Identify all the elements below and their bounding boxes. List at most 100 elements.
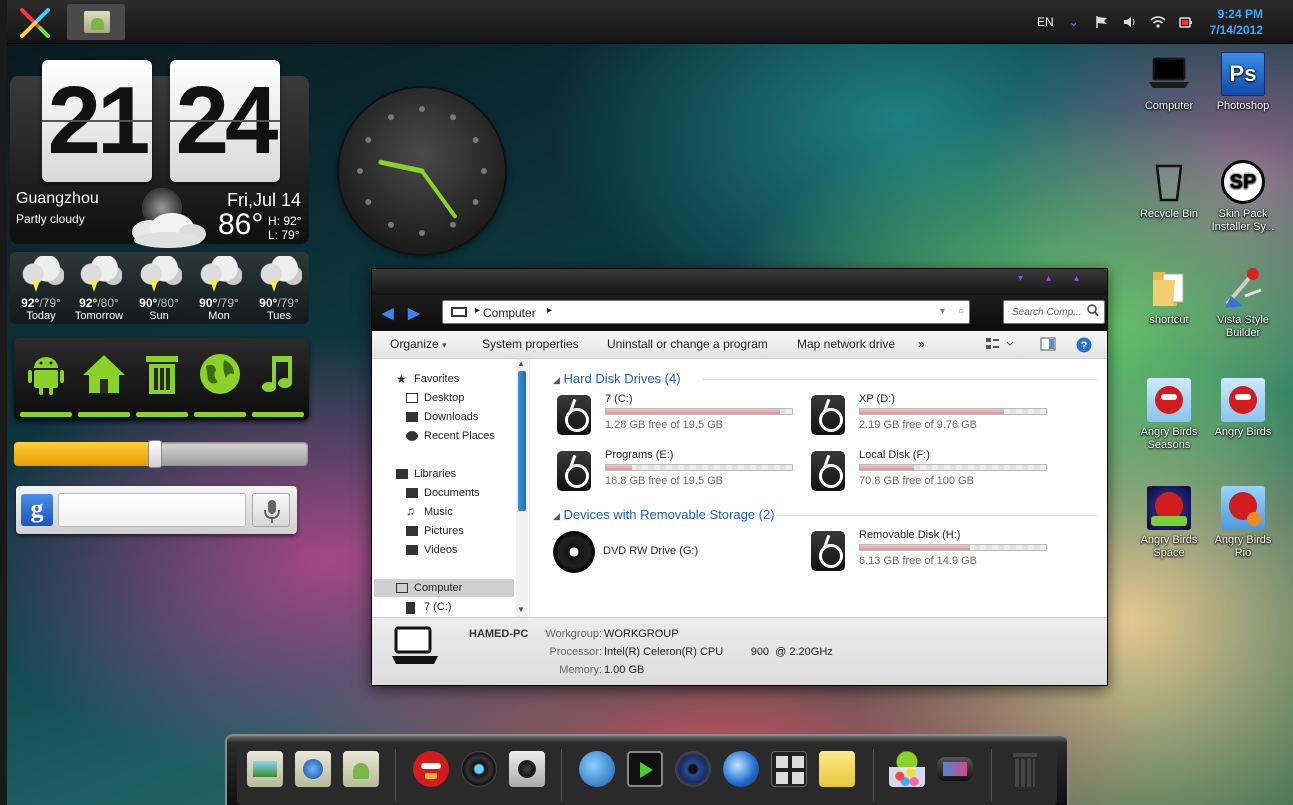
system-properties-button[interactable]: System properties	[482, 337, 579, 351]
minimize-button[interactable]: ▾	[1018, 274, 1028, 284]
desktop-icon-shortcut[interactable]: shortcut	[1132, 266, 1206, 327]
window-titlebar[interactable]: ▾ ▴ ▴	[372, 269, 1107, 295]
group-hard-disk-drives[interactable]: ◢ Hard Disk Drives (4)	[553, 371, 681, 386]
scroll-up-icon[interactable]: ▲	[517, 359, 525, 368]
breadcrumb-separator-icon[interactable]: ▸	[547, 305, 552, 316]
volume-slider[interactable]	[14, 440, 308, 468]
browser-orb-icon[interactable]	[723, 751, 759, 787]
analog-clock-widget[interactable]	[339, 88, 505, 254]
system-clock[interactable]: 9:24 PM 7/14/2012	[1210, 6, 1263, 38]
flag-icon[interactable]	[1094, 15, 1110, 29]
maximize-button[interactable]: ▴	[1046, 274, 1056, 284]
google-logo-icon[interactable]: g	[21, 494, 53, 526]
folder-globe-icon[interactable]	[295, 751, 331, 787]
start-logo-icon[interactable]	[18, 6, 52, 40]
photo-camera-icon[interactable]	[509, 751, 545, 787]
language-indicator[interactable]: EN	[1037, 15, 1054, 29]
desktop-icon-angry-birds[interactable]: Angry Birds	[1206, 378, 1280, 439]
folder-android-icon[interactable]	[343, 751, 379, 787]
search-input[interactable]: Search Comp...	[1003, 300, 1105, 324]
sticky-notes-icon[interactable]	[819, 751, 855, 787]
nav-videos-label: Videos	[424, 544, 458, 556]
close-button[interactable]: ▴	[1074, 274, 1084, 284]
globe-icon[interactable]	[579, 751, 615, 787]
nav-desktop[interactable]: Desktop	[406, 392, 464, 404]
jelly-bean-android-icon[interactable]	[889, 751, 925, 787]
map-network-drive-button[interactable]: Map network drive	[797, 337, 895, 351]
group-removable-storage[interactable]: ◢ Devices with Removable Storage (2)	[553, 507, 775, 522]
angry-birds-icon[interactable]	[413, 751, 449, 787]
help-icon[interactable]: ?	[1076, 337, 1092, 353]
nav-videos[interactable]: Videos	[406, 544, 458, 556]
trash-icon	[146, 356, 178, 394]
nav-favorites[interactable]: ★ Favorites	[396, 372, 459, 386]
speaker-icon[interactable]	[675, 751, 711, 787]
slider-knob[interactable]	[148, 440, 163, 468]
taskbar-folder-button[interactable]	[67, 4, 125, 40]
nav-downloads[interactable]: Downloads	[406, 411, 478, 423]
desktop-icon-skin-pack[interactable]: SP Skin Pack Installer Sy...	[1206, 160, 1280, 234]
desktop-icon-photoshop[interactable]: Ps Photoshop	[1206, 52, 1280, 113]
nav-music[interactable]: ♫ Music	[406, 504, 453, 518]
preview-pane-icon[interactable]	[1040, 337, 1056, 351]
drive-usage-bar	[859, 408, 1047, 415]
desktop-icon-recycle-bin[interactable]: Recycle Bin	[1132, 160, 1206, 221]
camera-lens-icon[interactable]	[461, 751, 497, 787]
back-arrow-icon[interactable]: ◀	[382, 304, 394, 322]
organize-menu[interactable]: Organize ▾	[390, 337, 447, 351]
desktop-icon-vista-style-builder[interactable]: Vista Style Builder	[1206, 266, 1280, 340]
launcher-globe-button[interactable]	[192, 344, 248, 417]
nav-libraries[interactable]: Libraries	[396, 468, 456, 480]
breadcrumb-computer[interactable]: Computer	[483, 306, 536, 320]
breadcrumb-separator-icon[interactable]: ▸	[475, 305, 480, 316]
nav-c-drive-label: 7 (C:)	[424, 601, 452, 613]
forecast-high: 90°	[259, 296, 278, 310]
folder-image-icon[interactable]	[247, 751, 283, 787]
google-search-input[interactable]	[58, 493, 246, 527]
scroll-down-icon[interactable]: ▼	[517, 605, 525, 614]
launcher-trash-button[interactable]	[134, 344, 190, 417]
drive-c[interactable]: 7 (C:) 1.28 GB free of 19.5 GB	[557, 393, 802, 439]
voice-search-button[interactable]	[252, 493, 290, 527]
forward-arrow-icon[interactable]: ▶	[408, 304, 420, 322]
nav-recent-places[interactable]: Recent Places	[406, 430, 495, 442]
address-bar[interactable]: ▸ Computer ▸ ▾ ○	[442, 300, 970, 324]
desktop-icon-angry-birds-seasons[interactable]: Angry Birds Seasons	[1132, 378, 1206, 452]
chevron-down-icon[interactable]: ⌄	[1066, 15, 1082, 29]
launcher-home-button[interactable]	[76, 344, 132, 417]
desktop-icon-angry-birds-space[interactable]: Angry Birds Space	[1132, 486, 1206, 560]
uninstall-program-button[interactable]: Uninstall or change a program	[607, 337, 768, 351]
battery-icon[interactable]	[1178, 15, 1194, 29]
pc-name: HAMED-PC	[469, 628, 529, 640]
nav-pictures[interactable]: Pictures	[406, 525, 464, 537]
film-player-icon[interactable]	[627, 751, 663, 787]
trash-icon[interactable]	[1007, 751, 1043, 787]
drive-g-dvd[interactable]: DVD RW Drive (G:)	[553, 531, 798, 577]
view-options-icon[interactable]	[985, 337, 1015, 351]
weather-city: Guangzhou	[16, 190, 99, 207]
nav-scrollbar[interactable]: ▲ ▼	[516, 359, 528, 617]
more-commands-button[interactable]: »	[918, 337, 925, 351]
gamepad-icon[interactable]	[937, 757, 973, 781]
nav-computer[interactable]: Computer	[396, 582, 462, 594]
drive-f[interactable]: Local Disk (F:) 70.8 GB free of 100 GB	[811, 449, 1056, 495]
weather-clock-widget[interactable]: 21 24 Guangzhou Partly cloudy Fri,Jul 14…	[10, 60, 309, 248]
calculator-icon[interactable]	[771, 751, 807, 787]
desktop-icon-angry-birds-rio[interactable]: Angry Birds Rio	[1206, 486, 1280, 560]
wifi-icon[interactable]	[1150, 15, 1166, 29]
drive-d[interactable]: XP (D:) 2.19 GB free of 9.76 GB	[811, 393, 1056, 439]
drive-usage-fill	[606, 409, 780, 414]
volume-icon[interactable]	[1122, 15, 1138, 29]
drive-e[interactable]: Programs (E:) 16.8 GB free of 19.5 GB	[557, 449, 802, 495]
nav-documents[interactable]: Documents	[406, 487, 480, 499]
refresh-icon[interactable]: ○	[958, 306, 964, 317]
launcher-music-button[interactable]	[250, 344, 306, 417]
desktop-icon-computer[interactable]: Computer	[1132, 52, 1206, 113]
scrollbar-thumb[interactable]	[518, 371, 526, 511]
launcher-android-button[interactable]	[18, 344, 74, 417]
address-dropdown-icon[interactable]: ▾	[940, 306, 945, 317]
drive-h-removable[interactable]: Removable Disk (H:) 6.13 GB free of 14.9…	[811, 529, 1056, 575]
recycle-bin-icon	[1155, 164, 1183, 202]
search-icon[interactable]	[1087, 304, 1099, 318]
nav-c-drive[interactable]: 7 (C:)	[406, 601, 452, 614]
